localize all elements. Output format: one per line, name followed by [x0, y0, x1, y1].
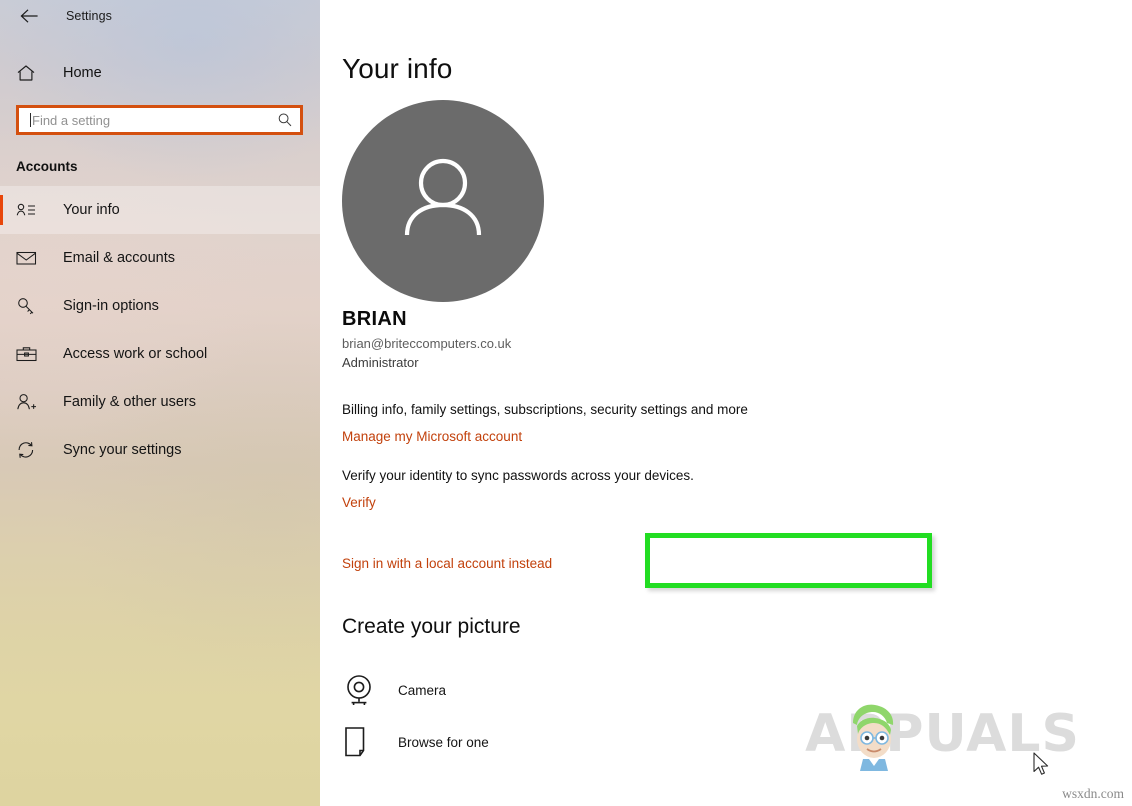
sidebar-item-label: Your info	[63, 202, 120, 218]
person-avatar-icon	[387, 143, 499, 260]
user-add-icon	[16, 393, 40, 411]
home-label: Home	[63, 65, 102, 81]
sidebar-item-sync-your-settings[interactable]: Sync your settings	[0, 426, 320, 474]
sidebar-item-label: Email & accounts	[63, 250, 176, 266]
settings-window: Settings Home Find a setting Accounts Yo…	[0, 0, 1132, 806]
page-title: Your info	[342, 53, 453, 84]
search-input[interactable]	[19, 109, 270, 131]
camera-label: Camera	[398, 682, 447, 698]
home-icon	[16, 64, 44, 82]
create-picture-heading: Create your picture	[342, 615, 521, 638]
sidebar-item-email-accounts[interactable]: Email & accounts	[0, 234, 320, 282]
appuals-mascot-icon	[843, 699, 905, 776]
briefcase-icon	[16, 346, 40, 363]
window-title: Settings	[66, 9, 112, 23]
browse-label: Browse for one	[398, 734, 489, 750]
browse-for-one-option[interactable]: Browse for one	[344, 719, 489, 765]
sidebar-item-home[interactable]: Home	[0, 53, 320, 93]
main-content: Your info BRIAN brian@briteccomputers.co…	[320, 0, 1132, 806]
title-bar: Settings	[0, 0, 320, 32]
sidebar-item-sign-in-options[interactable]: Sign-in options	[0, 282, 320, 330]
sidebar-item-label: Access work or school	[63, 346, 208, 362]
sidebar-item-label: Family & other users	[63, 394, 196, 410]
settings-sidebar: Settings Home Find a setting Accounts Yo…	[0, 0, 320, 806]
watermark: APPUALS	[805, 704, 1080, 771]
envelope-icon	[16, 250, 40, 266]
search-box[interactable]	[16, 105, 303, 135]
verify-link[interactable]: Verify	[342, 495, 376, 510]
text-caret	[30, 113, 31, 127]
account-role: Administrator	[342, 355, 419, 370]
back-button[interactable]	[14, 3, 44, 29]
watermark-brand: APPUALS	[805, 704, 1080, 764]
sidebar-item-label: Sign-in options	[63, 298, 159, 314]
sidebar-item-access-work-school[interactable]: Access work or school	[0, 330, 320, 378]
sign-in-local-account-link[interactable]: Sign in with a local account instead	[342, 556, 552, 571]
account-name: BRIAN	[342, 308, 407, 330]
billing-info-text: Billing info, family settings, subscript…	[342, 402, 748, 417]
sync-icon	[16, 441, 40, 459]
manage-microsoft-account-link[interactable]: Manage my Microsoft account	[342, 429, 522, 444]
site-credit: wsxdn.com	[1062, 786, 1124, 801]
sidebar-item-family-other-users[interactable]: Family & other users	[0, 378, 320, 426]
camera-option[interactable]: Camera	[344, 667, 446, 713]
user-card-icon	[16, 202, 40, 218]
sidebar-nav: Your info Email & accounts Sign-in optio…	[0, 186, 320, 474]
sidebar-item-label: Sync your settings	[63, 442, 182, 458]
highlight-annotation-box	[645, 533, 932, 588]
key-icon	[16, 297, 40, 315]
verify-identity-text: Verify your identity to sync passwords a…	[342, 468, 694, 483]
avatar	[342, 100, 544, 302]
search-icon[interactable]	[270, 112, 300, 128]
document-icon	[344, 726, 388, 758]
sidebar-item-your-info[interactable]: Your info	[0, 186, 320, 234]
account-email: brian@briteccomputers.co.uk	[342, 336, 512, 351]
back-arrow-icon	[20, 9, 38, 23]
sidebar-section-label: Accounts	[16, 159, 78, 174]
webcam-icon	[344, 674, 388, 706]
